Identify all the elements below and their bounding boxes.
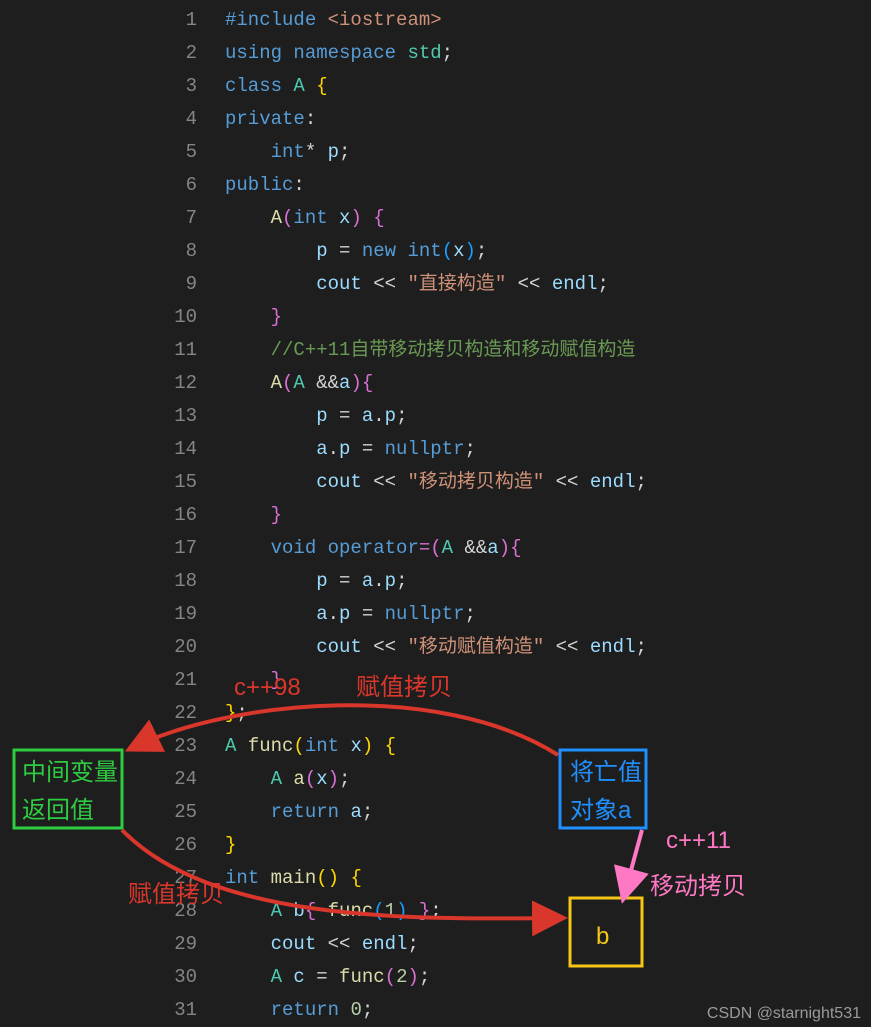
code-line[interactable]: return a; (225, 796, 871, 829)
line-number: 31 (0, 994, 197, 1027)
code-line[interactable]: public: (225, 169, 871, 202)
code-line[interactable]: A c = func(2); (225, 961, 871, 994)
line-number: 26 (0, 829, 197, 862)
code-line[interactable]: a.p = nullptr; (225, 598, 871, 631)
line-number: 13 (0, 400, 197, 433)
line-number: 21 (0, 664, 197, 697)
code-line[interactable]: using namespace std; (225, 37, 871, 70)
code-line[interactable]: a.p = nullptr; (225, 433, 871, 466)
code-area[interactable]: #include <iostream>using namespace std;c… (225, 4, 871, 1027)
line-number: 23 (0, 730, 197, 763)
line-number: 24 (0, 763, 197, 796)
code-line[interactable]: A func(int x) { (225, 730, 871, 763)
code-editor[interactable]: 1234567891011121314151617181920212223242… (0, 0, 871, 1027)
line-number: 20 (0, 631, 197, 664)
line-number: 28 (0, 895, 197, 928)
line-number: 12 (0, 367, 197, 400)
line-number: 3 (0, 70, 197, 103)
code-line[interactable]: p = a.p; (225, 565, 871, 598)
line-number: 8 (0, 235, 197, 268)
line-number-gutter: 1234567891011121314151617181920212223242… (0, 4, 225, 1027)
code-line[interactable]: //C++11自带移动拷贝构造和移动赋值构造 (225, 334, 871, 367)
code-line[interactable]: void operator=(A &&a){ (225, 532, 871, 565)
code-line[interactable]: A a(x); (225, 763, 871, 796)
line-number: 5 (0, 136, 197, 169)
line-number: 2 (0, 37, 197, 70)
line-number: 16 (0, 499, 197, 532)
line-number: 1 (0, 4, 197, 37)
line-number: 6 (0, 169, 197, 202)
code-line[interactable]: int* p; (225, 136, 871, 169)
code-line[interactable]: } (225, 499, 871, 532)
code-line[interactable]: } (225, 829, 871, 862)
line-number: 30 (0, 961, 197, 994)
code-line[interactable]: p = a.p; (225, 400, 871, 433)
code-line[interactable]: A(int x) { (225, 202, 871, 235)
code-line[interactable]: } (225, 664, 871, 697)
code-line[interactable]: cout << "移动拷贝构造" << endl; (225, 466, 871, 499)
line-number: 14 (0, 433, 197, 466)
code-line[interactable]: class A { (225, 70, 871, 103)
code-line[interactable]: cout << "直接构造" << endl; (225, 268, 871, 301)
line-number: 27 (0, 862, 197, 895)
code-line[interactable]: private: (225, 103, 871, 136)
code-line[interactable]: } (225, 301, 871, 334)
code-line[interactable]: cout << endl; (225, 928, 871, 961)
code-line[interactable]: }; (225, 697, 871, 730)
line-number: 4 (0, 103, 197, 136)
code-line[interactable]: cout << "移动赋值构造" << endl; (225, 631, 871, 664)
line-number: 17 (0, 532, 197, 565)
line-number: 25 (0, 796, 197, 829)
line-number: 29 (0, 928, 197, 961)
line-number: 10 (0, 301, 197, 334)
line-number: 18 (0, 565, 197, 598)
line-number: 9 (0, 268, 197, 301)
code-line[interactable]: A(A &&a){ (225, 367, 871, 400)
code-line[interactable]: A b{ func(1) }; (225, 895, 871, 928)
line-number: 22 (0, 697, 197, 730)
code-line[interactable]: p = new int(x); (225, 235, 871, 268)
line-number: 7 (0, 202, 197, 235)
watermark: CSDN @starnight531 (707, 1005, 861, 1023)
code-line[interactable]: #include <iostream> (225, 4, 871, 37)
code-line[interactable]: int main() { (225, 862, 871, 895)
line-number: 15 (0, 466, 197, 499)
line-number: 11 (0, 334, 197, 367)
line-number: 19 (0, 598, 197, 631)
